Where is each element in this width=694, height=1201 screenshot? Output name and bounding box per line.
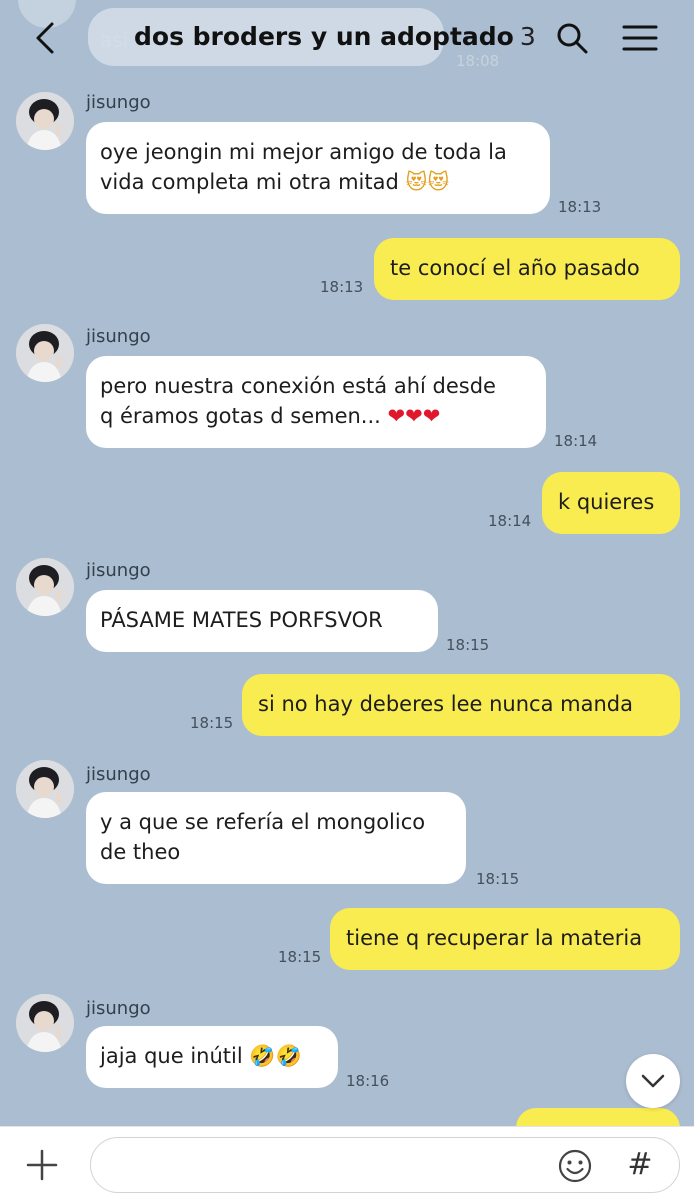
- message-line: y a que se refería el mongolico: [100, 810, 426, 834]
- profile-photo-icon: [16, 92, 74, 150]
- message-text: te conocí el año pasado: [390, 256, 640, 280]
- plus-icon: [26, 1149, 58, 1181]
- chevron-left-icon: [36, 22, 54, 54]
- message-line: oye jeongin mi mejor amigo de toda la: [100, 140, 507, 164]
- message-time: 18:15: [476, 870, 520, 888]
- message-time: 18:14: [488, 512, 532, 530]
- message-text: si no hay deberes lee nunca manda: [258, 692, 633, 716]
- heart-eyes-cat-emoji: 😻😻: [405, 170, 450, 194]
- avatar[interactable]: [16, 92, 74, 150]
- profile-photo-icon: [16, 558, 74, 616]
- chevron-down-icon: [641, 1074, 665, 1088]
- emoji-button[interactable]: [556, 1147, 594, 1185]
- menu-button[interactable]: [620, 22, 660, 54]
- message-text: jaja que inútil: [100, 1044, 243, 1068]
- message-time: 18:15: [278, 948, 322, 966]
- message-time: 18:15: [190, 714, 234, 732]
- message-line: de theo: [100, 840, 181, 864]
- sender-name: jisungo: [86, 560, 151, 581]
- member-count: 3: [519, 22, 536, 51]
- message-bubble-incoming[interactable]: pero nuestra conexión está ahí desde q é…: [86, 356, 546, 448]
- avatar[interactable]: [16, 994, 74, 1052]
- message-bubble-outgoing[interactable]: te conocí el año pasado: [374, 238, 680, 300]
- search-button[interactable]: [554, 20, 590, 56]
- message-time: 18:16: [346, 1072, 390, 1090]
- smiley-icon: [558, 1149, 592, 1183]
- chat-header: así 18:08 dos broders y un adoptado 3: [0, 0, 694, 84]
- profile-photo-icon: [16, 324, 74, 382]
- message-line-with-emoji: vida completa mi otra mitad 😻😻: [100, 170, 450, 194]
- sender-name: jisungo: [86, 92, 151, 113]
- previous-message-ghost-time: 18:08: [456, 52, 500, 70]
- message-time: 18:13: [320, 278, 364, 296]
- hamburger-menu-icon: [622, 25, 658, 51]
- message-composer: #: [0, 1126, 694, 1201]
- message-bubble-incoming[interactable]: y a que se refería el mongolico de theo: [86, 792, 466, 884]
- message-bubble-outgoing[interactable]: tiene q recuperar la materia: [330, 908, 680, 970]
- hashtag-button[interactable]: #: [622, 1147, 658, 1183]
- message-bubble-incoming[interactable]: oye jeongin mi mejor amigo de toda la vi…: [86, 122, 550, 214]
- chat-title: dos broders y un adoptado 3: [134, 22, 536, 51]
- avatar[interactable]: [16, 760, 74, 818]
- sender-name: jisungo: [86, 764, 151, 785]
- scroll-to-bottom-button[interactable]: [626, 1054, 680, 1108]
- profile-photo-icon: [16, 760, 74, 818]
- hashtag-icon: #: [627, 1147, 653, 1182]
- chat-title-text: dos broders y un adoptado: [134, 22, 514, 51]
- back-button[interactable]: [28, 20, 64, 56]
- rolling-laughing-emoji: 🤣🤣: [249, 1044, 302, 1068]
- message-line: pero nuestra conexión está ahí desde: [100, 374, 496, 398]
- red-heart-emoji: ❤❤❤: [387, 404, 441, 428]
- message-bubble-incoming[interactable]: jaja que inútil 🤣🤣: [86, 1026, 338, 1088]
- message-line-with-emoji: q éramos gotas d semen... ❤❤❤: [100, 404, 441, 428]
- message-text: tiene q recuperar la materia: [346, 926, 643, 950]
- previous-message-ghost-text: así: [100, 28, 129, 52]
- message-bubble-incoming[interactable]: PÁSAME MATES PORFSVOR: [86, 590, 438, 652]
- sender-name: jisungo: [86, 998, 151, 1019]
- sender-name: jisungo: [86, 326, 151, 347]
- message-time: 18:14: [554, 432, 598, 450]
- message-time: 18:15: [446, 636, 490, 654]
- message-time: 18:13: [558, 198, 602, 216]
- add-attachment-button[interactable]: [24, 1147, 60, 1183]
- message-bubble-outgoing[interactable]: si no hay deberes lee nunca manda: [242, 674, 680, 736]
- message-bubble-outgoing[interactable]: k quieres: [542, 472, 680, 534]
- profile-photo-icon: [16, 994, 74, 1052]
- avatar[interactable]: [16, 324, 74, 382]
- search-icon: [557, 23, 588, 54]
- message-text: k quieres: [558, 490, 655, 514]
- message-text: PÁSAME MATES PORFSVOR: [100, 608, 383, 632]
- avatar[interactable]: [16, 558, 74, 616]
